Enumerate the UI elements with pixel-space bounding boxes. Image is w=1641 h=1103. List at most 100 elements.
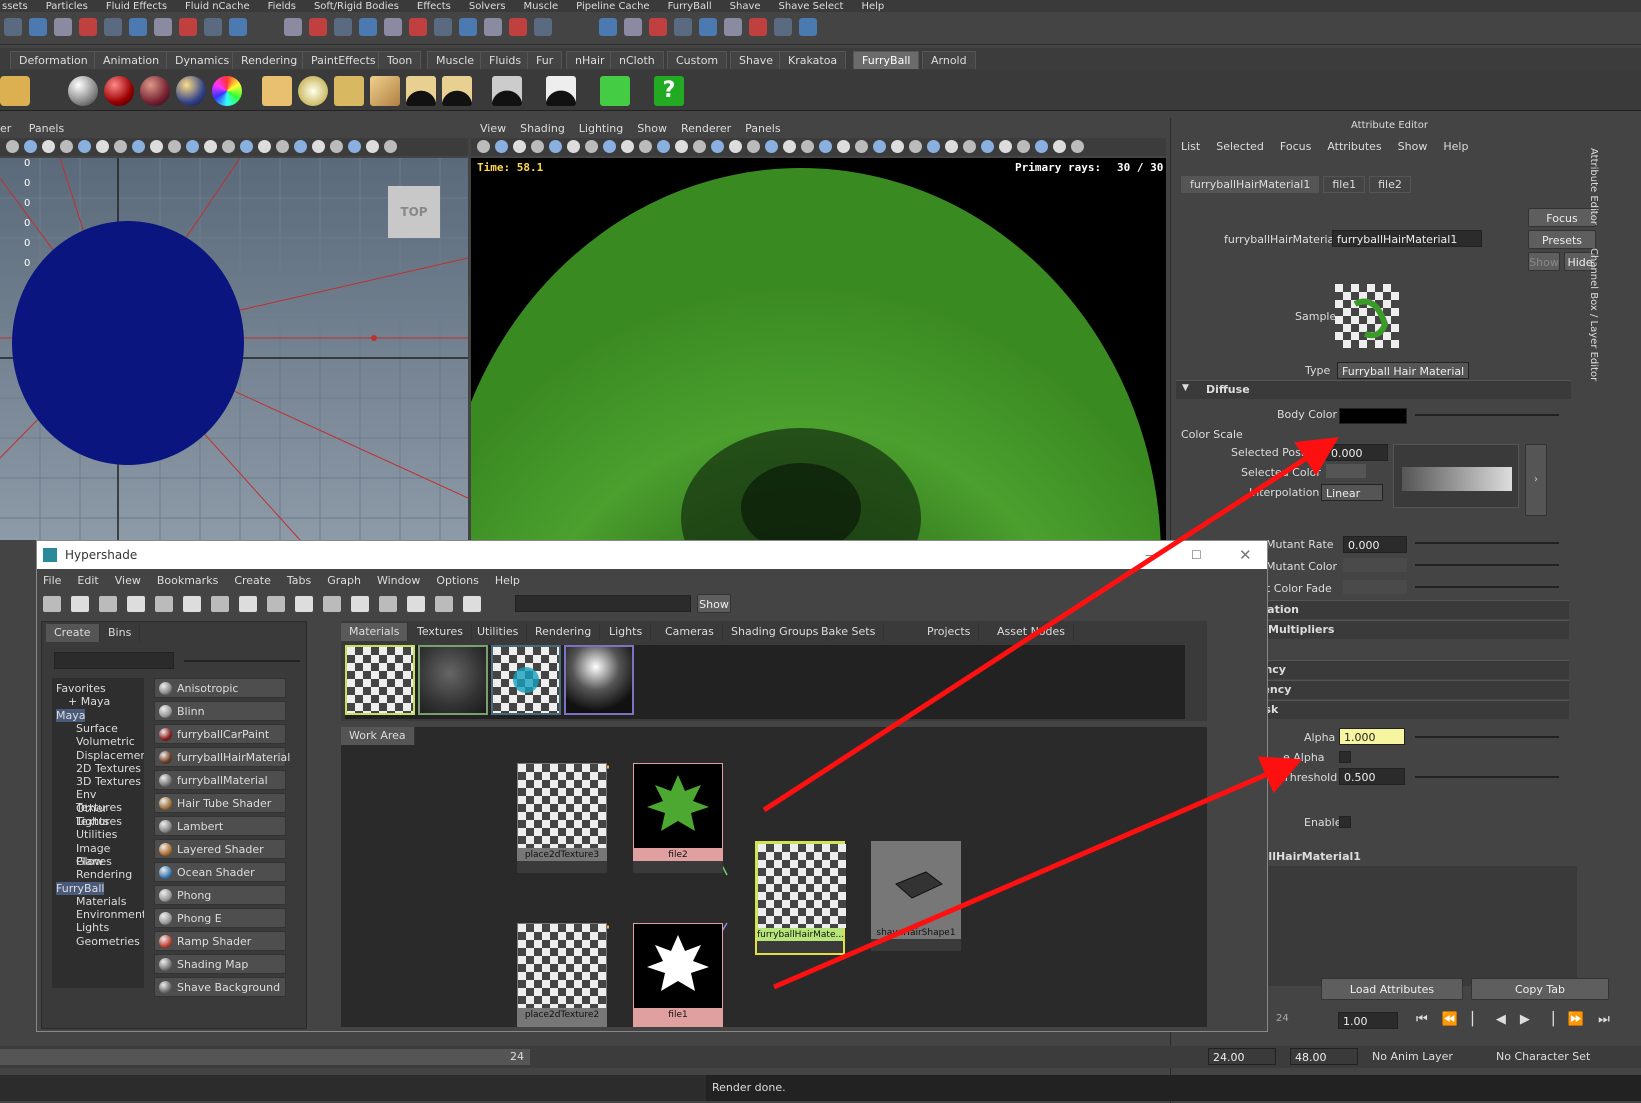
shelf-tab-fluids[interactable]: Fluids xyxy=(480,51,531,69)
toolbar-button-icon[interactable] xyxy=(186,140,199,153)
render-menu-lighting[interactable]: Lighting xyxy=(579,122,623,135)
tree-item[interactable]: Lights xyxy=(76,815,109,828)
tree-item[interactable]: Surface xyxy=(76,722,118,735)
render-menu-show[interactable]: Show xyxy=(637,122,667,135)
toolbar-button-icon[interactable] xyxy=(330,140,343,153)
tree-item[interactable]: 3D Textures xyxy=(76,775,141,788)
hypershade-tab-utilities[interactable]: Utilities xyxy=(469,623,528,641)
shelf-tab-ncloth[interactable]: nCloth xyxy=(610,51,664,69)
hypershade-toolbar-icon[interactable] xyxy=(295,596,313,612)
hypershade-menu-view[interactable]: View xyxy=(115,574,141,587)
toolbar-button-icon[interactable] xyxy=(927,140,940,153)
toolbar-tool-icon[interactable] xyxy=(129,18,147,36)
toolbar-button-icon[interactable] xyxy=(1071,140,1084,153)
shelf-icon-brown-ball[interactable] xyxy=(140,76,170,106)
hypershade-toolbar-icon[interactable] xyxy=(323,596,341,612)
range-bar[interactable] xyxy=(0,1049,530,1065)
toolbar-button-icon[interactable] xyxy=(819,140,832,153)
section-ency[interactable]: ency xyxy=(1257,660,1569,679)
shader-button[interactable]: furryballMaterial xyxy=(154,770,286,790)
color-ramp-widget[interactable] xyxy=(1393,444,1519,508)
hypershade-menu-create[interactable]: Create xyxy=(234,574,271,587)
shelf-icon-fur-1[interactable] xyxy=(370,76,400,106)
toolbar-tool-icon[interactable] xyxy=(334,18,352,36)
toolbar-tool-icon[interactable] xyxy=(229,18,247,36)
toolbar-tool-icon[interactable] xyxy=(359,18,377,36)
attr-menu-focus[interactable]: Focus xyxy=(1280,140,1311,153)
icon-size-slider[interactable] xyxy=(184,660,300,662)
tree-item[interactable]: 2D Textures xyxy=(76,762,141,775)
tree-item[interactable]: Favorites xyxy=(56,682,106,695)
menu-item-1[interactable]: Particles xyxy=(46,2,88,12)
toolbar-button-icon[interactable] xyxy=(294,140,307,153)
toolbar-button-icon[interactable] xyxy=(945,140,958,153)
threshold-slider[interactable] xyxy=(1415,776,1559,778)
shelf-tab-toon[interactable]: Toon xyxy=(378,51,422,69)
toolbar-button-icon[interactable] xyxy=(891,140,904,153)
hypershade-toolbar-icon[interactable] xyxy=(407,596,425,612)
swatch-ocean[interactable] xyxy=(491,645,561,715)
hypershade-show-button[interactable]: Show xyxy=(697,594,731,613)
toolbar-tool-icon[interactable] xyxy=(699,18,717,36)
toolbar-tool-icon[interactable] xyxy=(79,18,97,36)
tree-item[interactable]: FurryBall xyxy=(56,881,105,895)
current-frame-field[interactable]: 1.00 xyxy=(1338,1012,1398,1029)
node-shavehairshape1[interactable]: shaveHairShape1 xyxy=(871,841,961,951)
use-alpha-checkbox[interactable] xyxy=(1339,751,1351,763)
toolbar-tool-icon[interactable] xyxy=(624,18,642,36)
shader-button[interactable]: Ramp Shader xyxy=(154,931,286,951)
tree-item[interactable]: Maya xyxy=(56,708,86,722)
shelf-tab-custom[interactable]: Custom xyxy=(667,51,728,69)
shelf-tab-arnold[interactable]: Arnold xyxy=(922,51,976,69)
hypershade-tab-cameras[interactable]: Cameras xyxy=(657,623,723,641)
toolbar-button-icon[interactable] xyxy=(495,140,508,153)
node-place2dtexture2[interactable]: place2dTexture2 xyxy=(517,923,607,1027)
section-ask[interactable]: ask xyxy=(1257,700,1569,719)
hypershade-menu-file[interactable]: File xyxy=(43,574,61,587)
ramp-expand-button[interactable]: › xyxy=(1525,444,1547,516)
shader-button[interactable]: furryballHairMaterial xyxy=(154,747,290,767)
toolbar-tool-icon[interactable] xyxy=(749,18,767,36)
toolbar-tool-icon[interactable] xyxy=(434,18,452,36)
tree-item[interactable]: Lights xyxy=(76,921,109,934)
toolbar-tool-icon[interactable] xyxy=(774,18,792,36)
hypershade-menu-tabs[interactable]: Tabs xyxy=(287,574,311,587)
toolbar-button-icon[interactable] xyxy=(657,140,670,153)
toolbar-button-icon[interactable] xyxy=(639,140,652,153)
toolbar-button-icon[interactable] xyxy=(477,140,490,153)
toolbar-tool-icon[interactable] xyxy=(29,18,47,36)
toolbar-tool-icon[interactable] xyxy=(509,18,527,36)
toolbar-button-icon[interactable] xyxy=(96,140,109,153)
tree-item[interactable]: Glow xyxy=(76,855,103,868)
create-filter-field[interactable] xyxy=(54,652,174,669)
swatch-furryball-hair[interactable] xyxy=(345,645,415,715)
hypershade-toolbar-icon[interactable] xyxy=(211,596,229,612)
toolbar-tool-icon[interactable] xyxy=(484,18,502,36)
toolbar-tool-icon[interactable] xyxy=(724,18,742,36)
hypershade-toolbar-icon[interactable] xyxy=(239,596,257,612)
playback-buttons[interactable]: ⏮⏪▏◀▶▕⏩⏭ xyxy=(1416,1012,1624,1027)
toolbar-tool-icon[interactable] xyxy=(534,18,552,36)
shelf-tab-furryball[interactable]: FurryBall xyxy=(853,51,920,69)
hypershade-menu-graph[interactable]: Graph xyxy=(327,574,361,587)
toolbar-tool-icon[interactable] xyxy=(284,18,302,36)
close-icon[interactable]: ✕ xyxy=(1239,541,1252,569)
shelf-icon-light-bulb[interactable] xyxy=(298,76,328,106)
anim-layer-dropdown[interactable]: No Anim Layer xyxy=(1372,1050,1453,1063)
toolbar-button-icon[interactable] xyxy=(909,140,922,153)
command-line[interactable]: Render done. xyxy=(0,1075,1641,1101)
toolbar-button-icon[interactable] xyxy=(513,140,526,153)
body-color-slider[interactable] xyxy=(1415,414,1559,416)
tree-item[interactable]: Materials xyxy=(76,895,126,908)
hypershade-tab-materials[interactable]: Materials xyxy=(341,623,409,641)
menu-item-0[interactable]: ssets xyxy=(2,2,28,12)
type-dropdown[interactable]: Furryball Hair Material xyxy=(1337,362,1469,379)
selected-color-swatch[interactable] xyxy=(1326,464,1366,478)
toolbar-button-icon[interactable] xyxy=(1017,140,1030,153)
toolbar-tool-icon[interactable] xyxy=(309,18,327,36)
character-set-dropdown[interactable]: No Character Set xyxy=(1496,1050,1590,1063)
hypershade-toolbar-icon[interactable] xyxy=(71,596,89,612)
tree-item[interactable]: Environments xyxy=(76,908,144,921)
tree-item[interactable]: Displacement xyxy=(76,749,144,762)
body-color-swatch[interactable] xyxy=(1339,408,1407,424)
